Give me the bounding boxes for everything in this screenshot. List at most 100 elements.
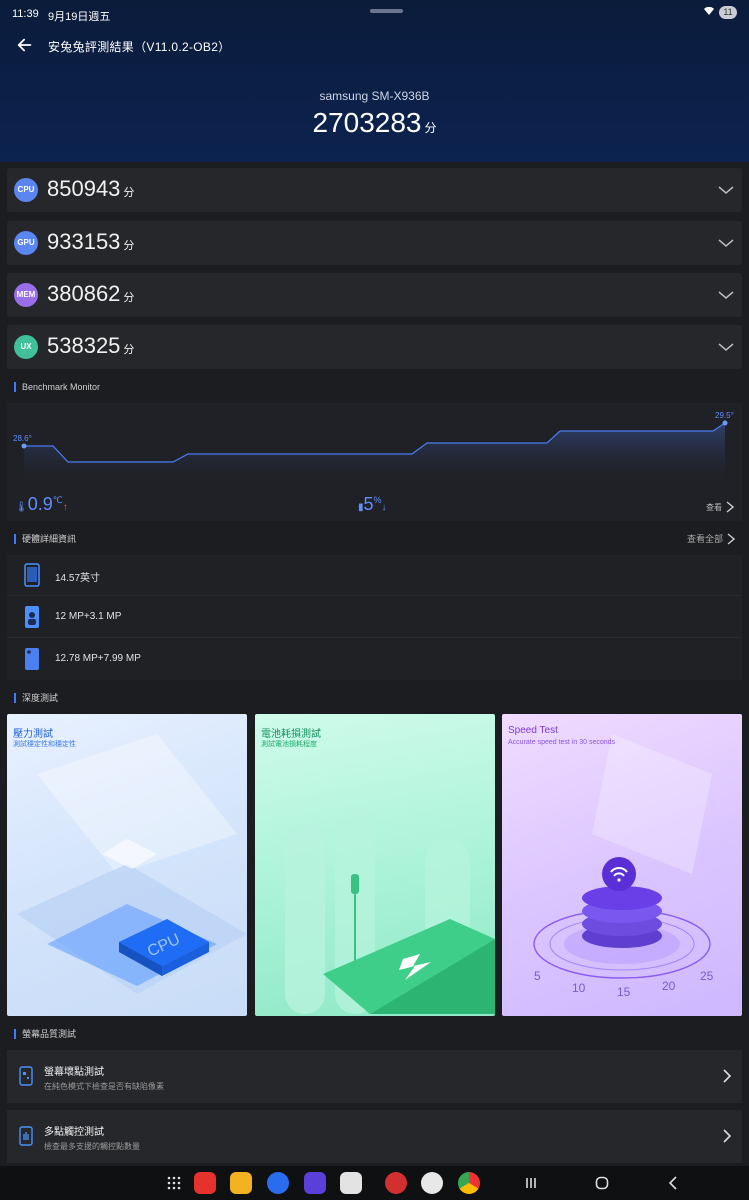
chevron-down-icon[interactable] [718,182,734,198]
deep-test-cards: CPU 壓力測試 測試穩定性和穩定性 電池耗損測試 測試電池損耗程度 5 10 … [7,714,742,1016]
chrome-app-icon[interactable] [458,1172,480,1194]
gpu-score-unit: 分 [123,240,135,252]
multitouch-icon [19,1126,33,1146]
speed-tick-20: 20 [662,979,676,993]
cpu-score: 850943 [47,176,121,201]
deep-test-label: 深度測試 [14,693,58,703]
total-score-unit: 分 [424,121,437,135]
status-date: 9月19日週五 [48,11,111,23]
hardware-label: 硬體詳細資訊 [14,534,76,544]
apps-grid-icon[interactable] [163,1172,185,1194]
page-title: 安兔兔評測結果（V11.0.2-OB2） [48,39,231,54]
multitouch-test-title: 多點觸控測試 [44,1127,104,1138]
antutu-app-icon[interactable] [385,1172,407,1194]
score-row-ux[interactable]: UX 538325 分 [7,325,742,369]
speed-test-card[interactable]: 5 10 15 20 25 Speed Test Accurate speed … [502,714,742,1016]
speed-test-illustration: 5 10 15 20 25 [533,734,714,999]
gpu-badge: GPU [14,231,38,255]
battery-drop-value: 5 [363,494,374,514]
screen-size: 14.57英寸 [55,573,101,584]
benchmark-monitor-label: Benchmark Monitor [14,382,100,392]
back-nav-button[interactable] [664,1174,682,1192]
hardware-view-all[interactable]: 查看全部 [687,532,735,545]
monitor-detail-link[interactable]: 查看 [706,501,734,513]
stress-test-card[interactable]: CPU 壓力測試 測試穩定性和穩定性 [7,714,247,1016]
battery-test-card[interactable]: 電池耗損測試 測試電池損耗程度 [255,714,495,1016]
hardware-item-rear-camera[interactable]: 12.78 MP+7.99 MP [7,639,742,680]
camera-app-icon[interactable] [340,1172,362,1194]
antutu-3d-app-icon[interactable] [421,1172,443,1194]
chevron-down-icon[interactable] [718,235,734,251]
speed-test-subtitle: Accurate speed test in 30 seconds [508,739,616,746]
total-score: 2703283 分 [0,107,749,139]
messages-app-icon[interactable] [267,1172,289,1194]
ux-score: 538325 [47,333,121,358]
hardware-item-front-camera[interactable]: 12 MP+3.1 MP [7,597,742,638]
screen-test-label: 螢幕品質測試 [14,1029,76,1039]
recents-button[interactable] [522,1174,540,1192]
start-temp-label: 28.6° [13,434,32,443]
arrow-down-icon: ↓ [381,502,387,513]
chevron-right-icon [723,1129,732,1143]
score-row-mem[interactable]: MEM 380862 分 [7,273,742,317]
score-row-cpu[interactable]: CPU 850943 分 [7,168,742,212]
total-score-value: 2703283 [312,107,422,138]
chevron-down-icon[interactable] [718,339,734,355]
mem-badge: MEM [14,283,38,307]
temperature-area [24,423,725,483]
stress-test-title: 壓力測試 [13,729,53,740]
dead-pixel-test-row[interactable]: 螢幕壞點測試 在純色模式下檢查是否有缺陷像素 [7,1050,742,1103]
end-temp-label: 29.5° [715,411,734,420]
chevron-down-icon[interactable] [718,287,734,303]
ux-badge: UX [14,335,38,359]
wifi-icon [703,6,715,19]
score-row-gpu[interactable]: GPU 933153 分 [7,221,742,265]
status-time: 11:39 [12,8,39,20]
gpu-score: 933153 [47,229,121,254]
battery-test-subtitle: 測試電池損耗程度 [261,741,317,748]
front-camera-icon [25,606,39,628]
battery-drop: ▮5%↓ [358,494,387,515]
chevron-right-icon [726,501,734,513]
phone-screen-icon [24,563,40,587]
start-point [21,443,27,449]
benchmark-monitor[interactable]: 28.6° 29.5° 🌡0.9℃↑ ▮5%↓ 查看 [7,403,742,521]
taskbar [0,1166,749,1200]
home-button[interactable] [593,1174,611,1192]
battery-test-title: 電池耗損測試 [261,729,321,740]
back-icon[interactable] [16,36,36,56]
hardware-view-all-label: 查看全部 [686,534,723,544]
browser-app-icon[interactable] [304,1172,326,1194]
files-app-icon[interactable] [230,1172,252,1194]
dead-pixel-test-subtitle: 在純色模式下檢查是否有缺陷像素 [44,1082,164,1091]
multitouch-test-subtitle: 檢查最多支援的觸控點數量 [44,1142,140,1151]
front-camera-spec: 12 MP+3.1 MP [55,611,122,622]
thermometer-icon: 🌡 [15,502,28,513]
drag-handle[interactable] [370,9,403,13]
mem-score: 380862 [47,281,121,306]
temperature-unit: ℃ [52,495,63,505]
hardware-item-screen[interactable]: 14.57英寸 [7,555,742,596]
monitor-detail-label: 查看 [706,502,722,512]
dead-pixel-test-title: 螢幕壞點測試 [44,1067,104,1078]
rear-camera-spec: 12.78 MP+7.99 MP [55,653,141,664]
mem-score-unit: 分 [123,292,135,304]
ux-score-unit: 分 [123,344,135,356]
speed-tick-25: 25 [700,969,714,983]
notes-app-icon[interactable] [194,1172,216,1194]
end-point [722,420,728,426]
result-header: 11:39 9月19日週五 11 安兔兔評測結果（V11.0.2-OB2） sa… [0,0,749,162]
multitouch-test-row[interactable]: 多點觸控測試 檢查最多支援的觸控點數量 [7,1110,742,1163]
chevron-right-icon [723,1069,732,1083]
battery-test-illustration [285,809,495,1014]
battery-drop-unit: % [373,495,382,505]
arrow-up-icon: ↑ [62,502,68,513]
cpu-badge: CPU [14,178,38,202]
cpu-score-unit: 分 [123,187,135,199]
speed-tick-5: 5 [534,969,541,983]
hardware-list: 14.57英寸 12 MP+3.1 MP 12.78 MP+7.99 MP [7,555,742,680]
rear-camera-icon [25,648,39,670]
speed-tick-10: 10 [572,981,586,995]
battery-indicator: 11 [719,6,737,19]
speed-test-title: Speed Test [508,725,558,736]
